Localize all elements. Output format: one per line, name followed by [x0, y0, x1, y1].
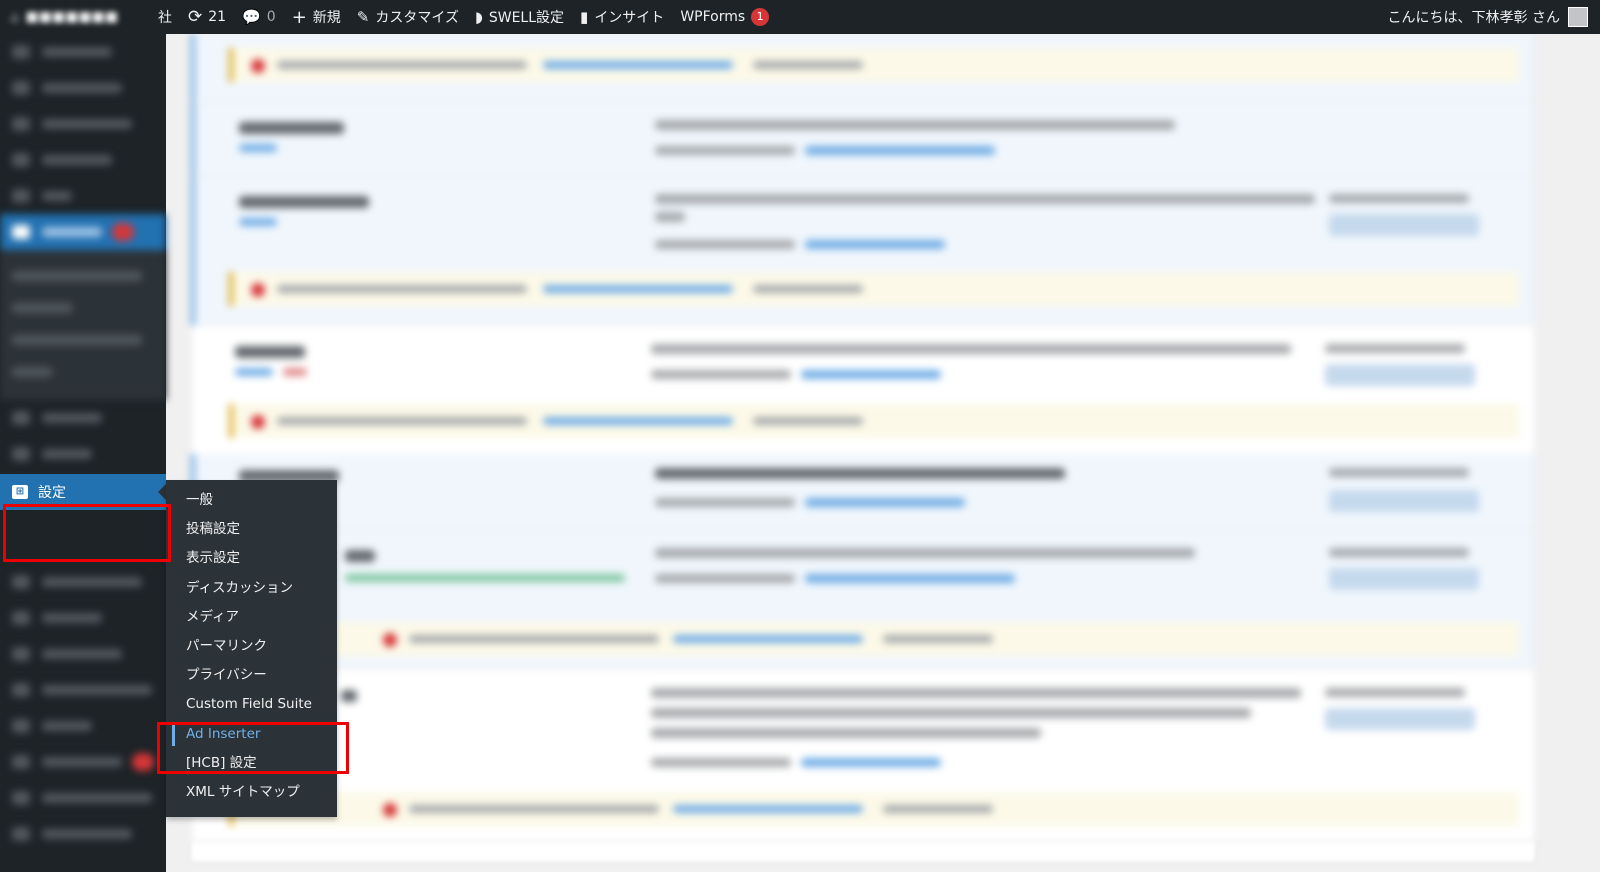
admin-sidebar [0, 34, 166, 872]
admin-bar: ⌂ ■■■■■■■ 社 ⟳ 21 💬 0 + 新規 ✎ カスタマイズ ◗ SWE… [0, 0, 1600, 34]
swell-settings-link[interactable]: ◗ SWELL設定 [467, 0, 572, 34]
sidebar-item[interactable] [0, 816, 166, 852]
plugin-row [191, 454, 1535, 530]
wpforms-menu[interactable]: WPForms 1 [672, 0, 777, 34]
comment-bubble-icon: 💬 [242, 8, 261, 26]
sidebar-item[interactable] [0, 564, 166, 600]
highlight-ad-inserter [157, 722, 349, 774]
bar-chart-icon: ▮ [580, 8, 589, 26]
sidebar-item[interactable] [0, 780, 166, 816]
highlight-settings-menu [3, 504, 171, 562]
sidebar-submenu-blurred [0, 250, 166, 400]
wpforms-label: WPForms [680, 9, 746, 25]
insights-label: インサイト [594, 10, 665, 26]
plugin-list-table-blurred [190, 34, 1536, 843]
updates-menu[interactable]: ⟳ 21 [180, 0, 234, 34]
home-icon: ⌂ [10, 8, 20, 26]
sidebar-item[interactable] [0, 34, 166, 70]
sidebar-item[interactable] [0, 106, 166, 142]
update-notice [229, 48, 1519, 82]
sidebar-item[interactable] [0, 708, 166, 744]
greeting-label: こんにちは、下林孝彰 さん [1387, 10, 1560, 26]
plugin-row [191, 102, 1535, 176]
paintbrush-icon: ✎ [356, 8, 370, 26]
submenu-item-discussion[interactable]: ディスカッション [166, 574, 337, 603]
insights-link[interactable]: ▮ インサイト [572, 0, 672, 34]
site-name-menu[interactable]: ⌂ ■■■■■■■ [0, 0, 170, 34]
main-content [166, 34, 1600, 872]
new-content-menu[interactable]: + 新規 [284, 0, 349, 34]
update-notice [229, 622, 1519, 656]
submenu-item-custom-field-suite[interactable]: Custom Field Suite [166, 690, 337, 719]
sidebar-item[interactable] [0, 672, 166, 708]
submenu-item-general[interactable]: 一般 [166, 486, 337, 515]
submenu-item-permalinks[interactable]: パーマリンク [166, 632, 337, 661]
avatar [1568, 7, 1588, 27]
sidebar-item[interactable] [0, 178, 166, 214]
submenu-item-reading[interactable]: 表示設定 [166, 544, 337, 573]
sidebar-item[interactable] [0, 214, 166, 250]
plus-icon: + [291, 6, 307, 28]
refresh-icon: ⟳ [188, 7, 203, 27]
customize-link[interactable]: ✎ カスタマイズ [349, 0, 467, 34]
sidebar-item[interactable] [0, 400, 166, 436]
settings-sliders-icon: ⊞ [12, 485, 28, 499]
sidebar-item[interactable] [0, 744, 166, 780]
sidebar-item-settings-label: 設定 [38, 485, 66, 501]
update-notice [229, 792, 1519, 826]
update-notice [229, 272, 1519, 306]
update-notice [229, 404, 1519, 438]
sidebar-item[interactable] [0, 600, 166, 636]
table-bottom-edge [190, 842, 1536, 863]
customize-label: カスタマイズ [375, 10, 459, 26]
swell-settings-label: SWELL設定 [488, 10, 565, 26]
comments-menu[interactable]: 💬 0 [234, 0, 284, 34]
submenu-item-privacy[interactable]: プライバシー [166, 661, 337, 690]
wpforms-notification-badge: 1 [751, 8, 770, 26]
submenu-item-xml-sitemap[interactable]: XML サイトマップ [166, 778, 337, 807]
comments-count: 0 [266, 9, 276, 25]
updates-count: 21 [208, 9, 227, 25]
sidebar-item[interactable] [0, 636, 166, 672]
my-account-menu[interactable]: こんにちは、下林孝彰 さん [1388, 7, 1600, 27]
site-name-label: ■■■■■■■ [25, 9, 119, 25]
sidebar-menu-blurred [0, 34, 166, 852]
sidebar-item[interactable] [0, 436, 166, 472]
sidebar-item[interactable] [0, 70, 166, 106]
swell-wave-icon: ◗ [474, 8, 483, 26]
submenu-item-writing[interactable]: 投稿設定 [166, 515, 337, 544]
new-content-label: 新規 [312, 10, 341, 26]
sidebar-item[interactable] [0, 142, 166, 178]
submenu-item-media[interactable]: メディア [166, 603, 337, 632]
flyout-pointer [158, 484, 166, 500]
